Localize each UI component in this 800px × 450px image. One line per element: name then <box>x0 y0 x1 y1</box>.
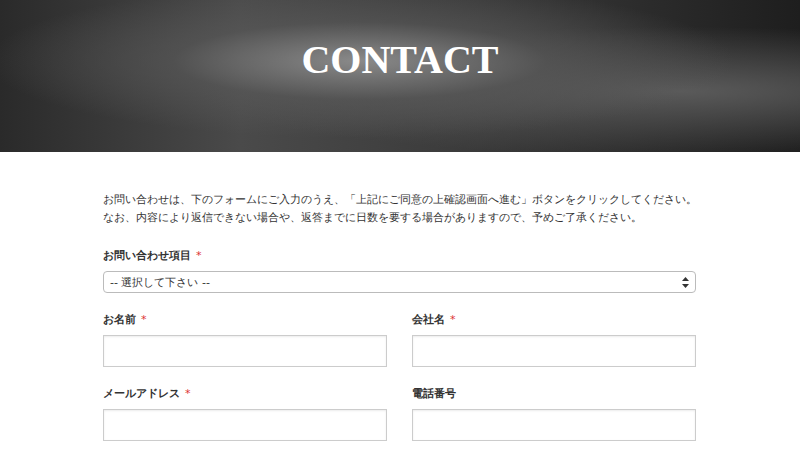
field-label: お問い合わせ項目* <box>103 248 696 264</box>
text-input[interactable] <box>412 409 696 441</box>
text-input[interactable] <box>103 409 387 441</box>
intro-text: お問い合わせは、下のフォームにご入力のうえ、「上記にご同意の上確認画面へ進む」ボ… <box>103 190 696 226</box>
hero-title: CONTACT <box>301 36 498 84</box>
field-label: お名前* <box>103 312 387 328</box>
form-field: 電話番号 <box>412 386 696 441</box>
field-label: 電話番号 <box>412 386 696 402</box>
contact-page: CONTACT お問い合わせは、下のフォームにご入力のうえ、「上記にご同意の上確認… <box>0 0 800 450</box>
required-mark: * <box>185 387 191 400</box>
required-mark: * <box>196 249 202 262</box>
text-input[interactable] <box>412 335 696 367</box>
form-field: お名前* <box>103 312 387 367</box>
required-mark: * <box>141 313 147 326</box>
text-input[interactable] <box>103 335 387 367</box>
form-field: お問い合わせ項目* -- 選択して下さい -- <box>103 248 696 293</box>
contact-form: お問い合わせ項目* -- 選択して下さい -- お名前* 会社名* メールアドレス* 電話… <box>103 248 696 441</box>
intro-line: お問い合わせは、下のフォームにご入力のうえ、「上記にご同意の上確認画面へ進む」ボ… <box>103 190 696 208</box>
required-mark: * <box>450 313 456 326</box>
form-field: 会社名* <box>412 312 696 367</box>
hero-banner: CONTACT <box>0 0 800 152</box>
intro-line: なお、内容により返信できない場合や、返答までに日数を要する場合がありますので、予… <box>103 208 696 226</box>
form-field: メールアドレス* <box>103 386 387 441</box>
select-arrows-icon <box>682 277 689 288</box>
select-placeholder: -- 選択して下さい -- <box>110 275 210 290</box>
inquiry-select[interactable]: -- 選択して下さい -- <box>103 271 696 293</box>
content: お問い合わせは、下のフォームにご入力のうえ、「上記にご同意の上確認画面へ進む」ボ… <box>0 152 696 441</box>
field-label: 会社名* <box>412 312 696 328</box>
field-label: メールアドレス* <box>103 386 387 402</box>
